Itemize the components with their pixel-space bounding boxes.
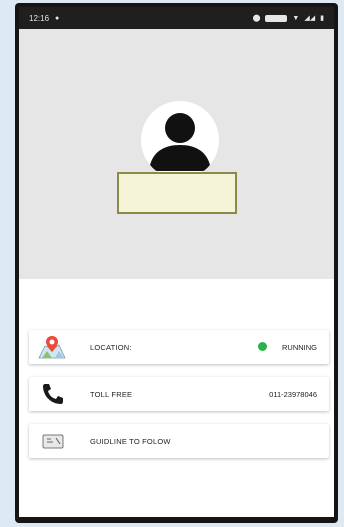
running-status-dot bbox=[258, 342, 267, 351]
wifi-icon: ▼ bbox=[292, 14, 300, 22]
notification-dot-icon: ● bbox=[55, 14, 60, 22]
user-silhouette-icon bbox=[149, 113, 211, 171]
toll-free-number[interactable]: 011-23978046 bbox=[269, 390, 317, 399]
avatar[interactable] bbox=[141, 101, 219, 179]
map-location-icon bbox=[38, 336, 66, 359]
phone-icon bbox=[43, 384, 63, 404]
toll-free-row[interactable]: TOLL FREE 011-23978046 bbox=[29, 377, 329, 411]
app-screen: 12:16 ● ⬤ ▼ ◢◢ ▮ LOCATION: RUNNING TOLL … bbox=[19, 7, 334, 517]
battery-saver-icon bbox=[265, 14, 288, 22]
location-row[interactable]: LOCATION: RUNNING bbox=[29, 330, 329, 364]
battery-icon: ▮ bbox=[320, 15, 324, 22]
location-label: LOCATION: bbox=[90, 343, 132, 352]
status-icons: ⬤ ▼ ◢◢ ▮ bbox=[253, 14, 324, 22]
guideline-icon bbox=[42, 434, 64, 449]
location-status: RUNNING bbox=[282, 343, 317, 352]
profile-header bbox=[19, 29, 334, 279]
signal-icon: ◢◢ bbox=[304, 15, 316, 22]
status-time: 12:16 bbox=[29, 13, 50, 23]
toll-free-label: TOLL FREE bbox=[90, 390, 133, 399]
phone-frame: 12:16 ● ⬤ ▼ ◢◢ ▮ LOCATION: RUNNING TOLL … bbox=[15, 3, 338, 523]
guideline-label: GUIDLINE TO FOLOW bbox=[90, 437, 171, 446]
location-status-icon: ⬤ bbox=[252, 15, 261, 22]
status-bar: 12:16 ● ⬤ ▼ ◢◢ ▮ bbox=[19, 7, 334, 29]
name-field[interactable] bbox=[117, 172, 237, 214]
guideline-row[interactable]: GUIDLINE TO FOLOW bbox=[29, 424, 329, 458]
